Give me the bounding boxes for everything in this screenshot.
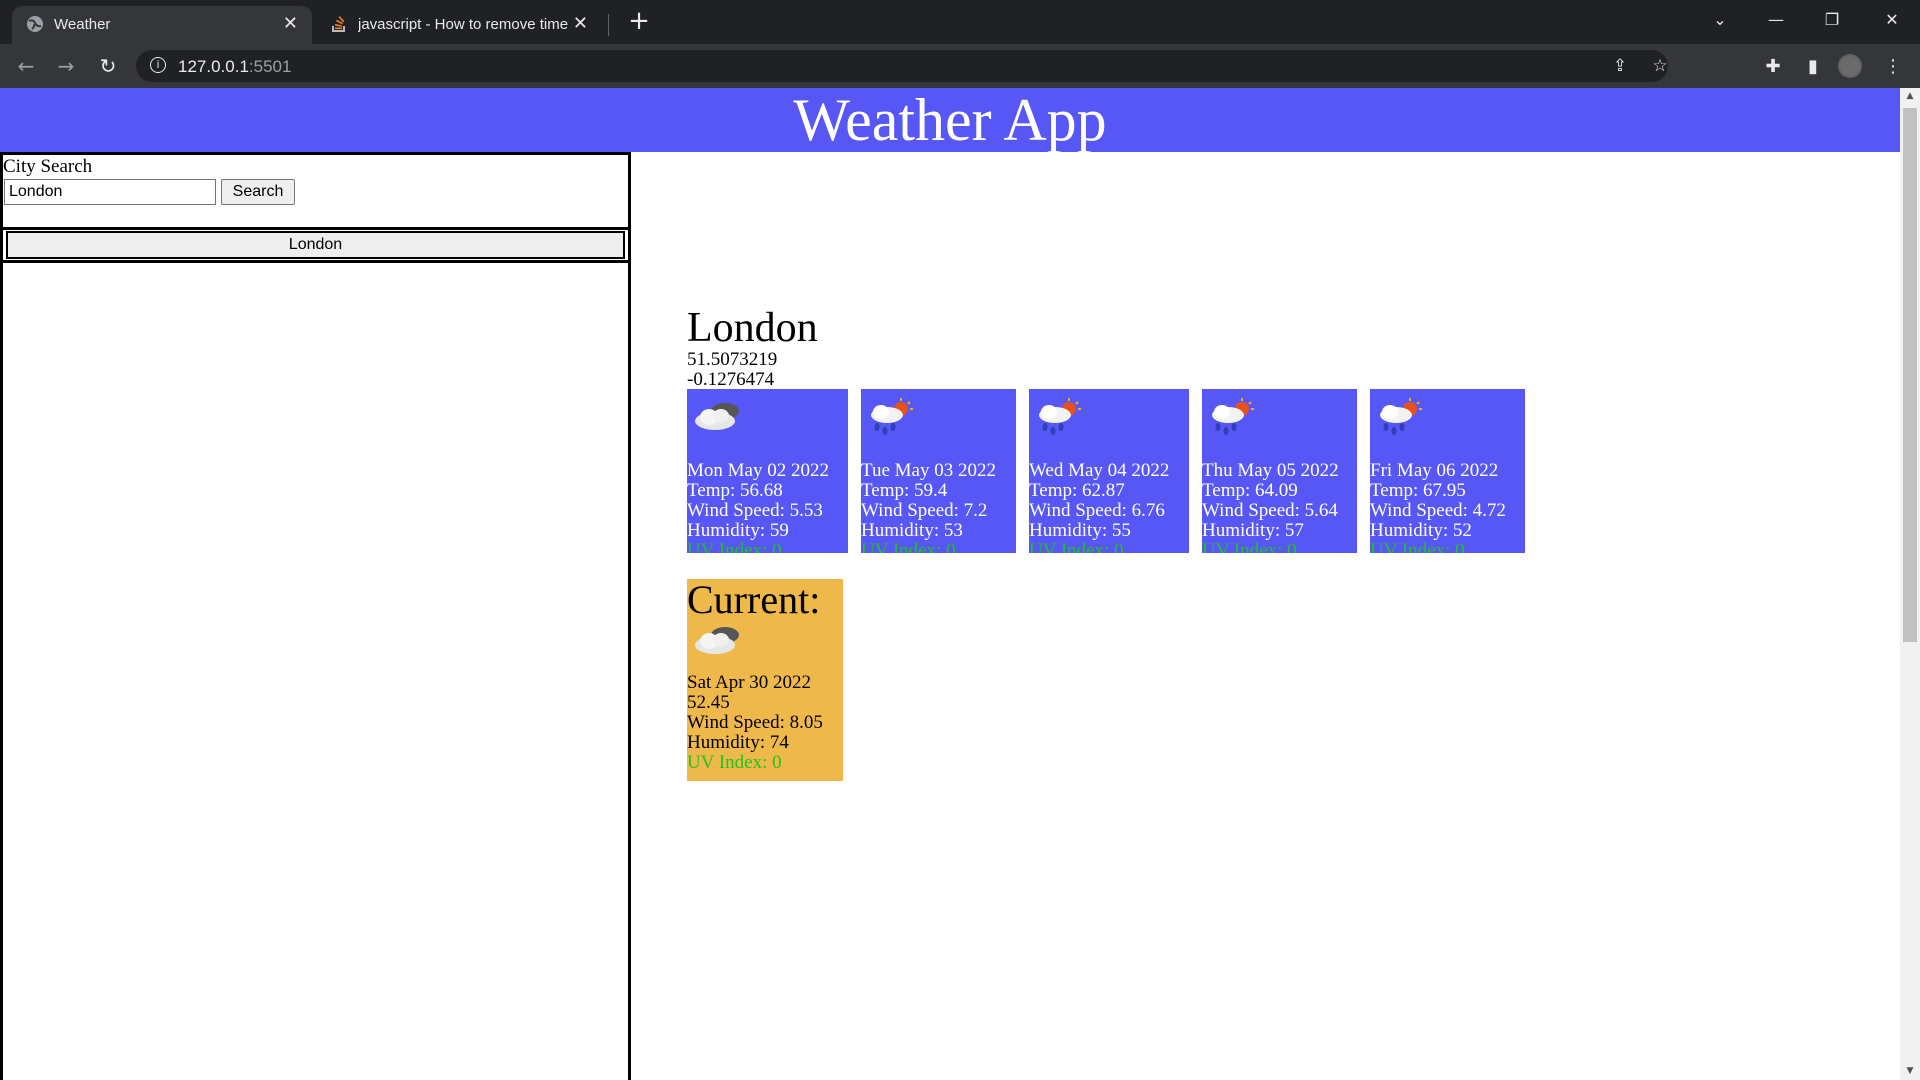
- forecast-uv-index: UV Index: 0: [1370, 540, 1465, 554]
- current-date: Sat Apr 30 2022: [687, 672, 812, 693]
- tab-search-icon[interactable]: ⌄: [1692, 0, 1748, 40]
- info-icon[interactable]: i: [150, 57, 166, 73]
- history-city-button[interactable]: London: [6, 231, 625, 259]
- tab-weather[interactable]: Weather ✕: [12, 6, 312, 44]
- new-tab-icon[interactable]: +: [624, 6, 654, 36]
- side-panel-icon[interactable]: ▮: [1802, 56, 1824, 78]
- profile-avatar[interactable]: [1838, 54, 1862, 78]
- url-text: 127.0.0.1:5501: [178, 57, 291, 77]
- forecast-humidity: Humidity: 59: [687, 520, 789, 541]
- forecast-date: Fri May 06 2022: [1370, 460, 1499, 481]
- forecast-wind: Wind Speed: 7.2: [861, 500, 988, 521]
- search-label: City Search: [3, 156, 93, 177]
- bookmark-star-icon[interactable]: ☆: [1650, 56, 1670, 76]
- forecast-temp: Temp: 64.09: [1202, 480, 1298, 501]
- minimize-icon[interactable]: —: [1748, 0, 1804, 40]
- tab-separator: [608, 14, 609, 36]
- reload-icon[interactable]: ↻: [94, 52, 122, 80]
- app-header: Weather App: [0, 88, 1900, 152]
- close-tab-icon[interactable]: ✕: [573, 13, 588, 34]
- search-history: London: [3, 230, 628, 263]
- forecast-uv-index: UV Index: 0: [1202, 540, 1297, 554]
- forecast-humidity: Humidity: 55: [1029, 520, 1131, 541]
- scroll-up-icon[interactable]: ▲: [1900, 88, 1920, 105]
- forecast-uv-index: UV Index: 0: [1029, 540, 1124, 554]
- url-port: :5501: [248, 57, 292, 76]
- forecast-wind: Wind Speed: 5.53: [687, 500, 823, 521]
- scroll-down-icon[interactable]: ▼: [1900, 1063, 1920, 1080]
- back-icon[interactable]: ←: [12, 52, 40, 80]
- current-weather-card: Current: Sat Apr 30 2022 52.45 Wind Spee…: [687, 579, 843, 781]
- forecast-date: Tue May 03 2022: [861, 460, 996, 481]
- forecast-temp: Temp: 62.87: [1029, 480, 1125, 501]
- cloudy-icon: [691, 397, 751, 451]
- current-title: Current:: [687, 577, 821, 622]
- page-viewport: Weather App City Search Search London Lo…: [0, 88, 1920, 1080]
- forecast-wind: Wind Speed: 6.76: [1029, 500, 1165, 521]
- forecast-humidity: Humidity: 57: [1202, 520, 1304, 541]
- tab-title: javascript - How to remove time: [358, 16, 568, 33]
- extensions-icon[interactable]: ✚: [1762, 56, 1784, 78]
- sidebar: City Search Search London: [0, 152, 631, 1080]
- close-window-icon[interactable]: ✕: [1864, 0, 1920, 40]
- forecast-card: Fri May 06 2022 Temp: 67.95 Wind Speed: …: [1370, 389, 1525, 553]
- forecast-temp: Temp: 56.68: [687, 480, 783, 501]
- forecast-card: Mon May 02 2022 Temp: 56.68 Wind Speed: …: [687, 389, 848, 553]
- forward-icon[interactable]: →: [52, 52, 80, 80]
- forecast-humidity: Humidity: 53: [861, 520, 963, 541]
- rain-sun-icon: [1033, 397, 1093, 451]
- address-bar[interactable]: i 127.0.0.1:5501 ⇪ ☆: [136, 50, 1668, 82]
- scrollbar-thumb[interactable]: [1903, 108, 1917, 642]
- city-info: London 51.5073219 -0.1276474: [687, 306, 818, 390]
- rain-sun-icon: [1374, 397, 1434, 451]
- forecast-humidity: Humidity: 52: [1370, 520, 1472, 541]
- forecast-temp: Temp: 59.4: [861, 480, 948, 501]
- forecast-temp: Temp: 67.95: [1370, 480, 1466, 501]
- search-button[interactable]: Search: [221, 179, 295, 205]
- forecast-card: Tue May 03 2022 Temp: 59.4 Wind Speed: 7…: [861, 389, 1016, 553]
- cloudy-icon: [691, 621, 751, 665]
- forecast-date: Mon May 02 2022: [687, 460, 829, 481]
- url-host: 127.0.0.1: [178, 57, 249, 76]
- stackoverflow-icon: [330, 15, 348, 33]
- city-name: London: [687, 305, 818, 351]
- globe-icon: [26, 15, 44, 33]
- app-title: Weather App: [793, 88, 1107, 153]
- search-section: City Search Search: [3, 155, 628, 230]
- forecast-card: Wed May 04 2022 Temp: 62.87 Wind Speed: …: [1029, 389, 1189, 553]
- forecast-card: Thu May 05 2022 Temp: 64.09 Wind Speed: …: [1202, 389, 1357, 553]
- current-wind: Wind Speed: 8.05: [687, 712, 823, 733]
- forecast-wind: Wind Speed: 5.64: [1202, 500, 1338, 521]
- forecast-uv-index: UV Index: 0: [861, 540, 956, 554]
- menu-kebab-icon[interactable]: ⋮: [1882, 56, 1904, 78]
- current-temp: 52.45: [687, 692, 730, 713]
- city-latitude: 51.5073219: [687, 349, 778, 370]
- close-tab-icon[interactable]: ✕: [283, 13, 298, 34]
- city-search-input[interactable]: [4, 179, 216, 205]
- browser-tabstrip: Weather ✕ javascript - How to remove tim…: [0, 0, 1920, 44]
- tab-title: Weather: [54, 16, 111, 33]
- share-icon[interactable]: ⇪: [1610, 56, 1630, 76]
- rain-sun-icon: [865, 397, 925, 451]
- city-longitude: -0.1276474: [687, 369, 775, 390]
- forecast-date: Thu May 05 2022: [1202, 460, 1339, 481]
- rain-sun-icon: [1206, 397, 1266, 451]
- tab-stackoverflow[interactable]: javascript - How to remove time ✕: [316, 6, 602, 44]
- restore-icon[interactable]: ❐: [1804, 0, 1860, 40]
- forecast-uv-index: UV Index: 0: [687, 540, 782, 554]
- current-humidity: Humidity: 74: [687, 732, 789, 753]
- forecast-date: Wed May 04 2022: [1029, 460, 1170, 481]
- page-scrollbar[interactable]: ▲ ▼: [1900, 88, 1920, 1080]
- forecast-wind: Wind Speed: 4.72: [1370, 500, 1506, 521]
- browser-toolbar: ← → ↻ i 127.0.0.1:5501 ⇪ ☆ ✚ ▮ ⋮: [0, 44, 1920, 88]
- current-uv-index: UV Index: 0: [687, 752, 782, 773]
